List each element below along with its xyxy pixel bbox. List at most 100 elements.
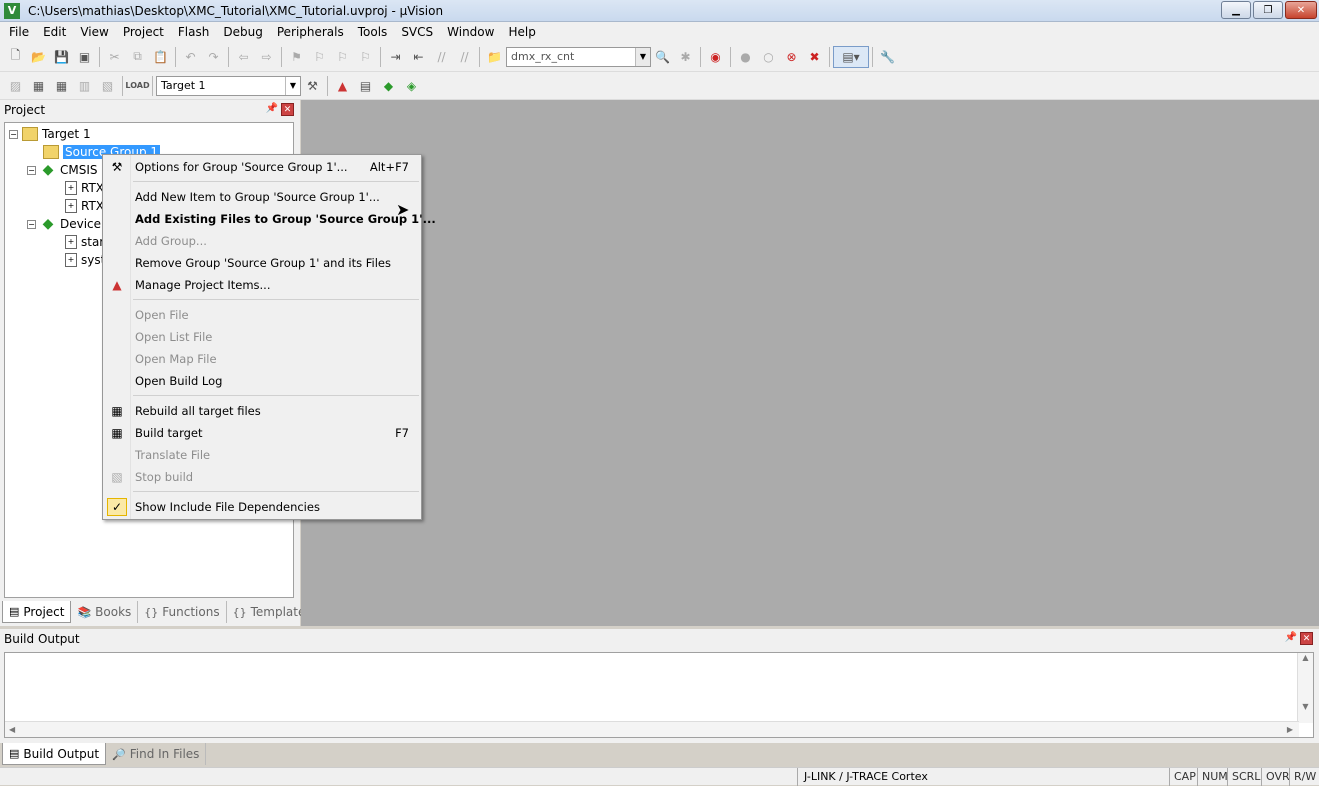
manage-run-time-environment-button[interactable]: ◆ xyxy=(377,75,400,97)
pin-icon[interactable]: 📌 xyxy=(1285,632,1297,643)
find-combo[interactable]: dmx_rx_cnt ▼ xyxy=(506,46,651,67)
translate-button[interactable]: ▨ xyxy=(4,75,27,97)
tab-books[interactable]: 📚 Books xyxy=(71,601,139,623)
find-in-files-button[interactable]: 📁 xyxy=(483,46,506,68)
collapse-icon[interactable]: − xyxy=(27,219,36,229)
uncomment-button[interactable]: // xyxy=(453,46,476,68)
next-bookmark-button[interactable]: ⚐ xyxy=(331,46,354,68)
find-button[interactable]: 🔍 xyxy=(651,46,674,68)
menu-item-open-map-file[interactable]: Open Map File xyxy=(105,348,419,370)
indent-button[interactable]: ⇥ xyxy=(384,46,407,68)
menu-item-show-include-dependencies[interactable]: ✓ Show Include File Dependencies xyxy=(105,496,419,518)
menu-svcs[interactable]: SVCS xyxy=(394,22,440,42)
menu-window[interactable]: Window xyxy=(440,22,501,42)
menu-help[interactable]: Help xyxy=(501,22,542,42)
navigate-back-button[interactable]: ⇦ xyxy=(232,46,255,68)
menu-tools[interactable]: Tools xyxy=(351,22,395,42)
close-icon[interactable]: ✕ xyxy=(281,103,294,116)
new-file-button[interactable]: 🗋 xyxy=(4,46,27,68)
collapse-icon[interactable]: − xyxy=(9,129,18,139)
menu-item-add-existing-files[interactable]: Add Existing Files to Group 'Source Grou… xyxy=(105,208,436,230)
debug-session-button[interactable]: ◉ xyxy=(704,46,727,68)
menu-item-options-for-group[interactable]: ⚒ Options for Group 'Source Group 1'... … xyxy=(105,156,419,178)
menu-item-stop-build[interactable]: ▧ Stop build xyxy=(105,466,419,488)
disable-all-breakpoints-button[interactable]: ⊗ xyxy=(780,46,803,68)
collapse-icon[interactable]: − xyxy=(27,165,36,175)
clear-bookmarks-button[interactable]: ⚐ xyxy=(354,46,377,68)
vertical-scrollbar[interactable]: ▲ ▼ xyxy=(1297,653,1313,723)
build-button[interactable]: ▦ xyxy=(27,75,50,97)
target-options-button[interactable]: ⚒ xyxy=(301,75,324,97)
undo-button[interactable]: ↶ xyxy=(179,46,202,68)
pack-installer-button[interactable]: ◈ xyxy=(400,75,423,97)
restore-button[interactable]: ❐ xyxy=(1253,1,1283,19)
save-button[interactable]: 💾 xyxy=(50,46,73,68)
stop-build-button[interactable]: ▧ xyxy=(96,75,119,97)
tree-node-file[interactable]: + RTX xyxy=(65,179,104,197)
insert-breakpoint-button[interactable]: ● xyxy=(734,46,757,68)
target-select[interactable]: Target 1 ▼ xyxy=(156,75,301,96)
tab-build-output[interactable]: ▤ Build Output xyxy=(2,743,107,765)
tab-functions[interactable]: {} Functions xyxy=(138,601,227,623)
menu-item-build-target[interactable]: ▦ Build target F7 xyxy=(105,422,419,444)
build-icon: ▦ xyxy=(111,426,123,440)
incremental-find-button[interactable]: ✱ xyxy=(674,46,697,68)
select-packs-button[interactable]: ▤ xyxy=(354,75,377,97)
cut-button[interactable]: ✂ xyxy=(103,46,126,68)
menu-item-manage-project-items[interactable]: ▲ Manage Project Items... xyxy=(105,274,419,296)
menu-peripherals[interactable]: Peripherals xyxy=(270,22,351,42)
minimize-button[interactable]: ▁ xyxy=(1221,1,1251,19)
menu-item-open-file[interactable]: Open File xyxy=(105,304,419,326)
close-window-button[interactable]: ✕ xyxy=(1285,1,1317,19)
chevron-down-icon[interactable]: ▼ xyxy=(635,47,650,66)
paste-button[interactable]: 📋 xyxy=(149,46,172,68)
tree-node-device[interactable]: − ◆ Device xyxy=(27,215,101,233)
unindent-button[interactable]: ⇤ xyxy=(407,46,430,68)
menu-debug[interactable]: Debug xyxy=(216,22,269,42)
close-icon: ✕ xyxy=(1296,4,1306,16)
undo-icon: ↶ xyxy=(185,49,196,64)
menu-item-open-list-file[interactable]: Open List File xyxy=(105,326,419,348)
tab-find-in-files[interactable]: 🔎 Find In Files xyxy=(106,743,207,765)
navigate-forward-button[interactable]: ⇨ xyxy=(255,46,278,68)
chevron-down-icon[interactable]: ▼ xyxy=(285,76,300,95)
menu-item-open-build-log[interactable]: Open Build Log xyxy=(105,370,419,392)
download-button[interactable]: LOAD xyxy=(125,75,149,97)
tree-node-target[interactable]: − Target 1 xyxy=(9,125,91,143)
tree-node-file[interactable]: + RTX xyxy=(65,197,104,215)
menu-item-remove-group[interactable]: Remove Group 'Source Group 1' and its Fi… xyxy=(105,252,419,274)
menu-file[interactable]: File xyxy=(2,22,36,42)
kill-all-breakpoints-button[interactable]: ✖ xyxy=(803,46,826,68)
menu-item-rebuild-all[interactable]: ▦ Rebuild all target files xyxy=(105,400,419,422)
tree-node-file[interactable]: + star xyxy=(65,233,104,251)
horizontal-scrollbar[interactable]: ◀ ▶ xyxy=(5,721,1299,737)
comment-button[interactable]: // xyxy=(430,46,453,68)
menu-item-translate-file[interactable]: Translate File xyxy=(105,444,419,466)
pin-icon[interactable]: 📌 xyxy=(266,103,278,114)
redo-button[interactable]: ↷ xyxy=(202,46,225,68)
copy-button[interactable]: ⧉ xyxy=(126,46,149,68)
menu-item-label: Rebuild all target files xyxy=(135,404,261,418)
window-layout-button[interactable]: ▤▾ xyxy=(833,45,869,68)
save-all-button[interactable]: ▣ xyxy=(73,46,96,68)
enable-breakpoint-button[interactable]: ○ xyxy=(757,46,780,68)
tab-project[interactable]: ▤ Project xyxy=(2,601,72,623)
menu-flash[interactable]: Flash xyxy=(171,22,216,42)
menu-item-add-group[interactable]: Add Group... xyxy=(105,230,419,252)
insert-bookmark-button[interactable]: ⚑ xyxy=(285,46,308,68)
close-icon[interactable]: ✕ xyxy=(1300,632,1313,645)
menu-project[interactable]: Project xyxy=(116,22,171,42)
previous-bookmark-button[interactable]: ⚐ xyxy=(308,46,331,68)
open-file-button[interactable]: 📂 xyxy=(27,46,50,68)
batch-build-button[interactable]: ▥ xyxy=(73,75,96,97)
menu-item-add-new-item[interactable]: Add New Item to Group 'Source Group 1'..… xyxy=(105,186,419,208)
menu-view[interactable]: View xyxy=(73,22,115,42)
menu-edit[interactable]: Edit xyxy=(36,22,73,42)
manage-project-items-button[interactable]: ▲ xyxy=(331,75,354,97)
tree-node-file[interactable]: + syst xyxy=(65,251,105,269)
menu-item-label: Open Map File xyxy=(135,352,217,366)
build-output-text[interactable]: ▲ ▼ ◀ ▶ xyxy=(4,652,1314,738)
tree-node-cmsis[interactable]: − ◆ CMSIS xyxy=(27,161,98,179)
rebuild-button[interactable]: ▦ xyxy=(50,75,73,97)
configure-button[interactable]: 🔧 xyxy=(876,46,899,68)
